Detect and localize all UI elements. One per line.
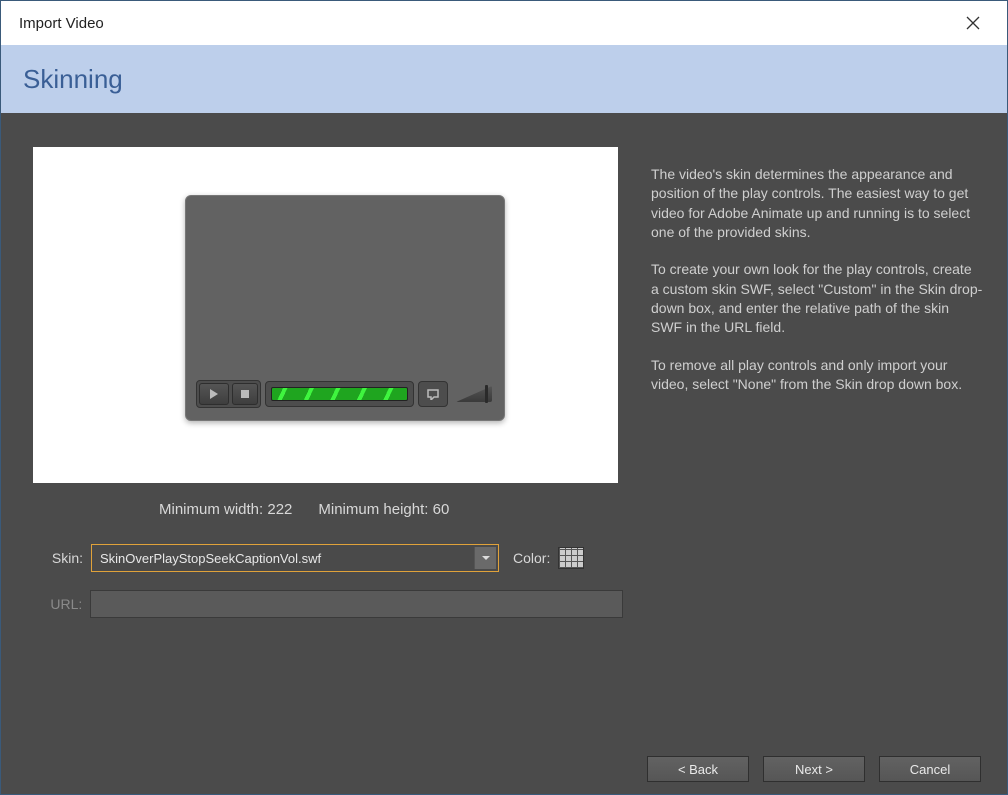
help-paragraph-1: The video's skin determines the appearan… <box>651 165 983 242</box>
stop-icon <box>240 389 250 399</box>
cancel-button[interactable]: Cancel <box>879 756 981 782</box>
help-paragraph-3: To remove all play controls and only imp… <box>651 356 983 395</box>
url-input <box>90 590 623 618</box>
color-swatch[interactable] <box>558 547 584 569</box>
left-column: Minimum width: 222 Minimum height: 60 Sk… <box>33 147 623 730</box>
player-skin-mock <box>185 195 505 421</box>
form-area: Skin: SkinOverPlayStopSeekCaptionVol.swf… <box>33 544 623 618</box>
dropdown-toggle <box>474 547 496 569</box>
seek-progress <box>271 387 408 401</box>
skin-label: Skin: <box>33 550 83 566</box>
next-button-label: Next > <box>795 762 833 777</box>
min-width-label: Minimum width: <box>159 501 263 518</box>
caption-button[interactable] <box>418 381 448 407</box>
cancel-button-label: Cancel <box>910 762 950 777</box>
min-width-readout: Minimum width: 222 <box>159 501 292 518</box>
min-height-value: 60 <box>433 501 450 518</box>
help-paragraph-2: To create your own look for the play con… <box>651 260 983 337</box>
step-banner: Skinning <box>1 45 1007 113</box>
seek-bar[interactable] <box>265 381 414 407</box>
close-button[interactable] <box>953 8 993 38</box>
dialog-footer: < Back Next > Cancel <box>1 744 1007 794</box>
min-width-value: 222 <box>267 501 292 518</box>
player-controls-bar <box>196 378 494 410</box>
skin-preview <box>33 147 618 483</box>
play-stop-group <box>196 380 261 408</box>
next-button[interactable]: Next > <box>763 756 865 782</box>
help-text: The video's skin determines the appearan… <box>651 147 983 730</box>
skin-dropdown[interactable]: SkinOverPlayStopSeekCaptionVol.swf <box>91 544 499 572</box>
url-label: URL: <box>33 596 82 612</box>
color-label: Color: <box>513 550 550 566</box>
window-title: Import Video <box>19 15 104 32</box>
url-row: URL: <box>33 590 623 618</box>
step-heading: Skinning <box>23 64 123 95</box>
dialog-body: Minimum width: 222 Minimum height: 60 Sk… <box>1 113 1007 744</box>
stop-button[interactable] <box>232 383 258 405</box>
chevron-down-icon <box>481 553 491 563</box>
volume-slider[interactable] <box>452 381 494 407</box>
back-button-label: < Back <box>678 762 718 777</box>
dialog-window: Import Video Skinning <box>0 0 1008 795</box>
close-icon <box>966 16 980 30</box>
skin-selected-text: SkinOverPlayStopSeekCaptionVol.swf <box>100 551 321 566</box>
caption-icon <box>427 389 439 400</box>
min-height-label: Minimum height: <box>318 501 428 518</box>
titlebar: Import Video <box>1 1 1007 45</box>
skin-row: Skin: SkinOverPlayStopSeekCaptionVol.swf… <box>33 544 623 572</box>
play-icon <box>209 389 219 399</box>
min-height-readout: Minimum height: 60 <box>318 501 449 518</box>
back-button[interactable]: < Back <box>647 756 749 782</box>
dimensions-readout: Minimum width: 222 Minimum height: 60 <box>33 501 623 518</box>
play-button[interactable] <box>199 383 229 405</box>
